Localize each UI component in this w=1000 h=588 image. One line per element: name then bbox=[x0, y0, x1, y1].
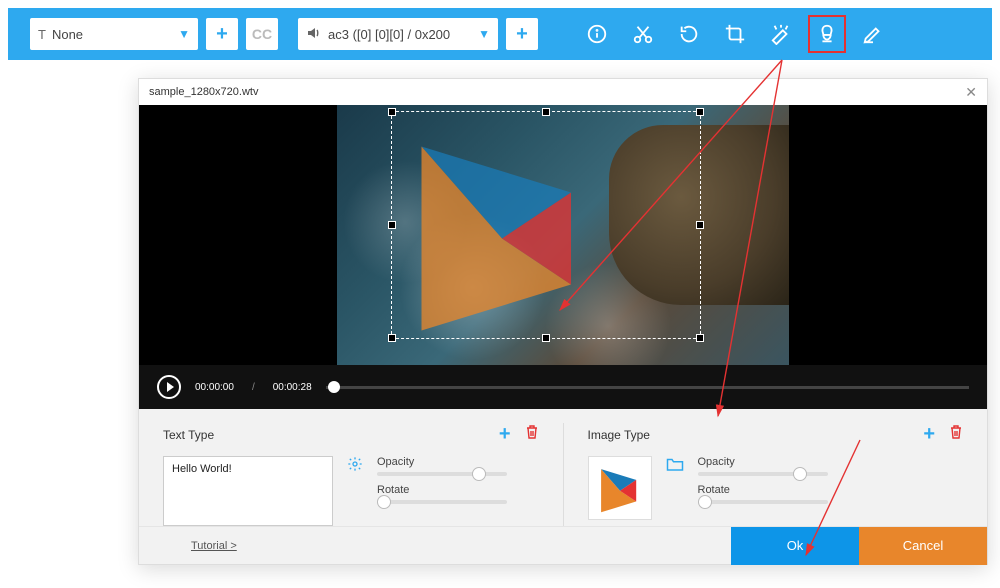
close-icon[interactable]: ✕ bbox=[965, 84, 977, 101]
text-icon: T bbox=[38, 27, 46, 42]
time-current: 00:00:00 bbox=[195, 382, 234, 393]
progress-knob[interactable] bbox=[328, 381, 340, 393]
ok-button[interactable]: Ok bbox=[731, 527, 859, 565]
dialog-title: sample_1280x720.wtv bbox=[149, 86, 258, 98]
selection-box[interactable] bbox=[391, 111, 701, 339]
text-watermark-input[interactable] bbox=[163, 456, 333, 526]
playbar: 00:00:00 / 00:00:28 bbox=[139, 365, 987, 409]
subtitle-value: None bbox=[52, 27, 178, 42]
tutorial-link[interactable]: Tutorial > bbox=[191, 540, 237, 552]
subtitle-select[interactable]: T None ▼ bbox=[30, 18, 198, 50]
folder-icon[interactable] bbox=[666, 456, 684, 477]
chevron-down-icon: ▼ bbox=[478, 27, 490, 41]
opacity-label: Opacity bbox=[377, 456, 539, 468]
time-separator: / bbox=[252, 382, 255, 393]
speaker-icon bbox=[306, 25, 322, 44]
image-opacity-slider[interactable] bbox=[698, 472, 828, 476]
cut-tool[interactable] bbox=[624, 15, 662, 53]
watermark-dialog: sample_1280x720.wtv ✕ 00:00:00 / 00:00:2… bbox=[138, 78, 988, 565]
image-rotate-slider[interactable] bbox=[698, 500, 828, 504]
text-opacity-slider[interactable] bbox=[377, 472, 507, 476]
text-delete-button[interactable] bbox=[525, 424, 539, 445]
image-watermark-thumb[interactable] bbox=[588, 456, 652, 520]
image-panel-title: Image Type bbox=[588, 428, 650, 442]
cc-button[interactable]: CC bbox=[246, 18, 278, 50]
image-type-panel: Image Type + bbox=[563, 423, 988, 526]
time-total: 00:00:28 bbox=[273, 382, 312, 393]
dialog-titlebar: sample_1280x720.wtv ✕ bbox=[139, 79, 987, 105]
audio-add-button[interactable]: + bbox=[506, 18, 538, 50]
video-preview bbox=[139, 105, 987, 365]
edit-tool[interactable] bbox=[854, 15, 892, 53]
watermark-tool[interactable] bbox=[808, 15, 846, 53]
dialog-footer: Tutorial > Ok Cancel bbox=[139, 526, 987, 564]
opacity-label: Opacity bbox=[698, 456, 964, 468]
text-add-button[interactable]: + bbox=[499, 423, 511, 446]
audio-value: ac3 ([0] [0][0] / 0x200 bbox=[328, 27, 478, 42]
preview-frame[interactable] bbox=[337, 105, 789, 365]
text-type-panel: Text Type + Opacity bbox=[139, 423, 563, 526]
text-panel-title: Text Type bbox=[163, 428, 214, 442]
top-toolbar: T None ▼ + CC ac3 ([0] [0][0] / 0x200 ▼ … bbox=[8, 8, 992, 60]
rotate-label: Rotate bbox=[377, 484, 539, 496]
info-tool[interactable] bbox=[578, 15, 616, 53]
image-delete-button[interactable] bbox=[949, 424, 963, 445]
rotate-tool[interactable] bbox=[670, 15, 708, 53]
rotate-label: Rotate bbox=[698, 484, 964, 496]
watermark-logo-overlay bbox=[372, 112, 632, 342]
crop-tool[interactable] bbox=[716, 15, 754, 53]
subtitle-add-button[interactable]: + bbox=[206, 18, 238, 50]
play-button[interactable] bbox=[157, 375, 181, 399]
audio-select[interactable]: ac3 ([0] [0][0] / 0x200 ▼ bbox=[298, 18, 498, 50]
effects-tool[interactable] bbox=[762, 15, 800, 53]
cancel-button[interactable]: Cancel bbox=[859, 527, 987, 565]
text-rotate-slider[interactable] bbox=[377, 500, 507, 504]
gear-icon[interactable] bbox=[347, 456, 363, 477]
image-add-button[interactable]: + bbox=[923, 423, 935, 446]
progress-track[interactable] bbox=[326, 386, 969, 389]
chevron-down-icon: ▼ bbox=[178, 27, 190, 41]
watermark-panels: Text Type + Opacity bbox=[139, 409, 987, 526]
